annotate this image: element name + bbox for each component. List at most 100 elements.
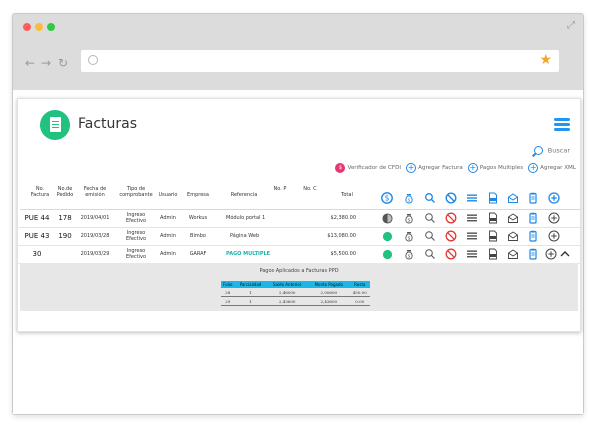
payments-cell: 1 — [234, 288, 267, 297]
magnifier-icon[interactable] — [424, 248, 436, 260]
plus-circle-icon: + — [528, 163, 539, 173]
minimize-window-button[interactable] — [35, 23, 43, 31]
cell-total: $2,380.00 — [330, 214, 356, 221]
magnifier-icon[interactable] — [424, 192, 436, 204]
hamburger-menu-icon[interactable] — [554, 118, 570, 133]
cancel-icon[interactable] — [445, 248, 457, 260]
pago-multiple-link[interactable]: PAGO MULTIPLE — [226, 246, 274, 263]
col-header-total: Total — [341, 192, 353, 198]
address-bar[interactable]: ★ — [81, 50, 559, 72]
clipboard-icon[interactable] — [527, 248, 539, 260]
table-row[interactable]: PUE 43 190 2019/03/28 Ingreso Efectivo A… — [18, 228, 580, 246]
payments-cell: 2,48000 — [266, 288, 309, 297]
cfdi-verifier-button[interactable]: $ Verificador de CFDI — [335, 163, 401, 173]
svg-text:$: $ — [408, 218, 411, 224]
col-header-referencia: Referencia — [230, 192, 258, 198]
search-icon — [533, 146, 543, 155]
money-bag-icon[interactable]: $ — [403, 212, 415, 224]
svg-text:$: $ — [408, 198, 411, 204]
fullscreen-icon[interactable]: ⤢ — [567, 20, 575, 31]
payments-col-folio: Folio — [221, 281, 235, 288]
cell-tipo: Ingreso Efectivo — [125, 230, 147, 242]
envelope-icon[interactable] — [507, 212, 519, 224]
plus-circle-icon: + — [406, 163, 417, 173]
payments-col-resta: Resta — [349, 281, 370, 288]
pdf-file-icon[interactable] — [487, 192, 499, 204]
list-icon[interactable] — [466, 248, 478, 260]
forward-arrow-icon[interactable]: → — [41, 56, 51, 70]
dollar-circle-icon[interactable]: $ — [381, 192, 393, 204]
cell-empresa: GARAF — [189, 250, 207, 257]
cancel-icon[interactable] — [445, 192, 457, 204]
payments-col-parcialidad: Parcialidad — [234, 281, 267, 288]
add-xml-button[interactable]: + Agregar XML — [528, 163, 576, 173]
svg-text:$: $ — [408, 254, 411, 260]
reload-icon[interactable]: ↻ — [58, 56, 68, 70]
bookmark-star-icon[interactable]: ★ — [539, 52, 552, 68]
payments-row: 28 1 2,48000 2,00600 450.00 — [221, 288, 370, 297]
close-window-button[interactable] — [23, 23, 31, 31]
payments-col-saldo-anterior: Saldo Anterior — [266, 281, 309, 288]
col-header-no-c: No. C — [303, 186, 317, 192]
paid-status-icon — [382, 249, 393, 260]
cell-usuario: Admin — [160, 214, 176, 221]
browser-titlebar: ⤢ — [13, 14, 583, 40]
magnifier-icon[interactable] — [424, 230, 436, 242]
cell-no-factura: PUE 44 — [24, 213, 50, 222]
payments-cell: 450.00 — [349, 288, 370, 297]
table-row[interactable]: PUE 44 178 2019/04/01 Ingreso Efectivo A… — [18, 210, 580, 228]
clipboard-icon[interactable] — [527, 192, 539, 204]
zoom-window-button[interactable] — [47, 23, 55, 31]
payments-detail-panel: Pagos Aplicados a Facturas PPD Folio Par… — [20, 263, 578, 311]
add-invoice-button[interactable]: + Agregar Factura — [406, 163, 463, 173]
table-row[interactable]: 30 2019/03/29 Ingreso Efectivo Admin GAR… — [18, 246, 580, 264]
search-button[interactable]: Buscar — [533, 146, 570, 155]
col-header-usuario: Usuario — [158, 192, 178, 198]
add-circle-icon[interactable] — [545, 248, 557, 260]
pdf-file-icon[interactable] — [487, 248, 499, 260]
pdf-file-icon[interactable] — [487, 212, 499, 224]
clipboard-icon[interactable] — [527, 212, 539, 224]
cell-fecha: 2019/03/29 — [80, 250, 110, 257]
multiple-payments-label: Pagos Multiples — [479, 165, 524, 171]
add-circle-icon[interactable] — [548, 212, 560, 224]
multiple-payments-button[interactable]: + Pagos Multiples — [467, 163, 524, 173]
payments-cell: 2,00600 — [308, 288, 350, 297]
add-circle-icon[interactable] — [548, 230, 560, 242]
list-icon[interactable] — [466, 212, 478, 224]
payments-cell: 2,43600 — [308, 296, 350, 306]
list-icon[interactable] — [466, 230, 478, 242]
cancel-icon[interactable] — [445, 212, 457, 224]
payments-cell: 1 — [234, 296, 267, 306]
cell-usuario: Admin — [160, 250, 176, 257]
search-label: Buscar — [547, 146, 570, 155]
chevron-up-icon[interactable] — [559, 248, 571, 260]
envelope-icon[interactable] — [507, 192, 519, 204]
money-bag-icon[interactable]: $ — [403, 192, 415, 204]
envelope-icon[interactable] — [507, 248, 519, 260]
browser-window: ⤢ ← → ↻ ★ Facturas Buscar $ Verificador … — [12, 13, 584, 415]
payments-table: Folio Parcialidad Saldo Anterior Monto P… — [221, 281, 370, 306]
plus-circle-icon: + — [467, 163, 478, 173]
pdf-file-icon[interactable] — [487, 230, 499, 242]
clipboard-icon[interactable] — [527, 230, 539, 242]
list-icon[interactable] — [466, 192, 478, 204]
add-invoice-label: Agregar Factura — [418, 165, 463, 171]
magnifier-icon[interactable] — [424, 212, 436, 224]
svg-text:$: $ — [385, 194, 390, 203]
money-bag-icon[interactable]: $ — [403, 230, 415, 242]
partial-status-icon — [382, 213, 393, 224]
cancel-icon[interactable] — [445, 230, 457, 242]
cell-total: $13,080.00 — [327, 232, 356, 239]
cell-referencia: Página Web — [230, 232, 260, 239]
add-xml-label: Agregar XML — [540, 165, 576, 171]
cell-total: $5,500.00 — [330, 250, 356, 257]
payments-row: 29 1 2,43600 2,43600 0.00 — [221, 296, 370, 306]
money-bag-icon[interactable]: $ — [403, 248, 415, 260]
invoices-panel: Facturas Buscar $ Verificador de CFDI + … — [17, 98, 581, 332]
cell-usuario: Admin — [160, 232, 176, 239]
back-arrow-icon[interactable]: ← — [25, 56, 35, 70]
add-circle-icon[interactable] — [548, 192, 560, 204]
col-header-no-factura: No. Factura — [30, 186, 50, 198]
envelope-icon[interactable] — [507, 230, 519, 242]
